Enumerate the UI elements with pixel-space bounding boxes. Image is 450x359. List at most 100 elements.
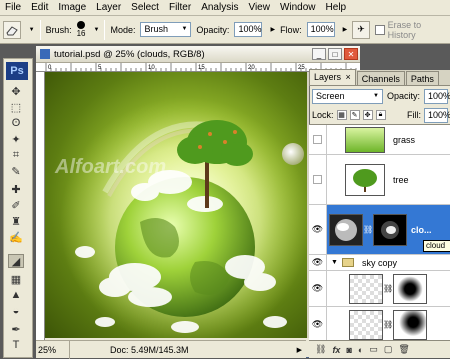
layer-mask-thumbnail[interactable]	[373, 213, 407, 246]
eye-icon[interactable]: 👁︎	[309, 271, 327, 306]
doc-size-info: Doc: 5.49M/145.3M	[110, 344, 189, 355]
tool-preset-arrow-icon[interactable]: ▼	[29, 27, 35, 33]
menu-filter[interactable]: Filter	[164, 0, 196, 16]
new-layer-icon[interactable]: ▢	[384, 344, 393, 355]
gradient-tool-icon[interactable]: ▦	[8, 272, 24, 286]
menu-help[interactable]: Help	[321, 0, 352, 16]
fill-value: 100%	[428, 109, 450, 120]
clone-stamp-icon[interactable]: ♜	[8, 214, 24, 228]
marquee-tool-icon[interactable]: ⬚	[8, 100, 24, 114]
zoom-level[interactable]: 25%	[36, 340, 70, 359]
minimize-icon[interactable]: _	[312, 48, 326, 60]
menu-window[interactable]: Window	[275, 0, 321, 16]
blend-row: Screen ▼ Opacity: 100%	[312, 88, 450, 104]
ruler-label: 0	[48, 65, 52, 71]
ruler-label: 5	[98, 65, 102, 71]
blend-mode-dropdown[interactable]: Screen ▼	[312, 88, 383, 104]
slice-tool-icon[interactable]: ✎	[8, 164, 24, 178]
lock-row: Lock: ▦ ✎ ✥ 🔒︎ Fill: 100%	[312, 107, 450, 123]
dodge-tool-icon[interactable]: ◒	[8, 304, 24, 318]
eraser-tool-icon[interactable]: ◢	[8, 254, 24, 268]
tab-channels[interactable]: Channels	[356, 71, 405, 85]
status-arrow-icon[interactable]: ▶	[297, 346, 306, 354]
menu-view[interactable]: View	[243, 0, 275, 16]
mask-link-icon[interactable]: ⛓	[383, 284, 393, 293]
fx-icon[interactable]: fx	[332, 345, 340, 355]
lock-label: Lock:	[312, 110, 334, 120]
brush-tool-icon[interactable]: ✐	[8, 198, 24, 212]
layer-tooltip: cloud	[423, 240, 450, 252]
visibility-toggle[interactable]	[309, 155, 327, 204]
mask-link-icon[interactable]: ⛓	[363, 225, 373, 234]
mask-link-icon[interactable]: ⛓	[383, 320, 393, 329]
visibility-toggle[interactable]	[309, 125, 327, 154]
crop-tool-icon[interactable]: ⌗	[8, 148, 24, 162]
menu-select[interactable]: Select	[126, 0, 164, 16]
layer-mask-thumbnail[interactable]	[393, 273, 427, 304]
layer-thumbnail-grass	[345, 126, 385, 153]
lasso-tool-icon[interactable]: ʘ	[8, 116, 24, 130]
pen-tool-icon[interactable]: ✒	[8, 322, 24, 336]
options-bar: ▼ Brush: 16 ▼ Mode: Brush ▼ Opacity: 100…	[0, 16, 450, 44]
layer-row-grass[interactable]: grass	[309, 125, 450, 155]
magic-wand-icon[interactable]: ✦	[8, 132, 24, 146]
chevron-down-icon: ▼	[181, 26, 188, 32]
link-layers-icon[interactable]: ⛓	[315, 344, 326, 355]
menu-image[interactable]: Image	[53, 0, 91, 16]
layer-group-sky-copy[interactable]: 👁︎ ▼ sky copy	[309, 255, 450, 271]
move-tool-icon[interactable]: ✥	[8, 84, 24, 98]
flow-slider-arrow-icon[interactable]: ▶	[343, 26, 348, 33]
blur-tool-icon[interactable]: ▲	[8, 288, 24, 302]
document-icon	[40, 49, 50, 59]
watermark-text: Alfoart.com	[55, 156, 167, 178]
airbrush-icon[interactable]: ✈	[352, 20, 370, 39]
menu-file[interactable]: File	[0, 0, 26, 16]
lock-pixels-icon[interactable]: ✎	[349, 110, 360, 120]
lock-position-icon[interactable]: ✥	[362, 110, 373, 120]
menu-edit[interactable]: Edit	[26, 0, 53, 16]
mode-label: Mode:	[110, 24, 136, 35]
document-title: tutorial.psd @ 25% (clouds, RGB/8)	[54, 48, 205, 60]
menu-bar: File Edit Image Layer Select Filter Anal…	[0, 0, 450, 16]
layer-row-sky-child-2[interactable]: 👁︎ ⛓	[309, 307, 450, 340]
new-group-icon[interactable]: ▭	[369, 344, 378, 355]
adjustment-layer-icon[interactable]: ◐	[358, 345, 363, 355]
menu-analysis[interactable]: Analysis	[196, 0, 243, 16]
opacity-slider-arrow-icon[interactable]: ▶	[270, 26, 275, 33]
visibility-box	[313, 175, 322, 184]
close-icon[interactable]: ✕	[344, 48, 358, 60]
layer-list[interactable]: grass tree 👁︎ ⛓ clo... 👁︎ ▼ sky copy 👁︎ …	[309, 124, 450, 340]
layer-row-tree[interactable]: tree	[309, 155, 450, 205]
eye-icon[interactable]: 👁︎	[309, 205, 327, 254]
tab-layers[interactable]: Layers ×	[309, 69, 356, 85]
brush-picker[interactable]: 16	[77, 21, 86, 38]
brush-picker-arrow-icon[interactable]: ▼	[94, 27, 100, 33]
add-mask-icon[interactable]: ◙	[346, 345, 351, 355]
erase-to-history-checkbox[interactable]: Erase to History	[374, 20, 450, 40]
history-brush-icon[interactable]: ✍	[8, 230, 24, 244]
mode-dropdown[interactable]: Brush ▼	[140, 22, 192, 37]
menu-layer[interactable]: Layer	[91, 0, 126, 16]
tab-paths[interactable]: Paths	[405, 71, 439, 85]
layer-mask-thumbnail[interactable]	[393, 309, 427, 340]
flow-field[interactable]: 100%	[306, 22, 335, 37]
opacity-field[interactable]: 100%	[234, 22, 263, 37]
eye-icon[interactable]: 👁︎	[309, 255, 327, 270]
healing-brush-icon[interactable]: ✚	[8, 182, 24, 196]
maximize-icon[interactable]: □	[328, 48, 342, 60]
layer-opacity-field[interactable]: 100%	[424, 88, 450, 104]
image-canvas[interactable]: Alfoart.com	[45, 72, 307, 338]
type-tool-icon[interactable]: T	[8, 338, 24, 352]
fill-field[interactable]: 100%	[424, 107, 450, 123]
trash-icon[interactable]: 🗑︎	[398, 344, 409, 355]
layer-row-sky-child-1[interactable]: 👁︎ ⛓	[309, 271, 450, 307]
lock-all-icon[interactable]: 🔒︎	[375, 110, 386, 120]
status-bar: 25% Doc: 5.49M/145.3M ▶	[36, 340, 306, 359]
lock-transparency-icon[interactable]: ▦	[336, 110, 347, 120]
document-title-bar[interactable]: tutorial.psd @ 25% (clouds, RGB/8) _ □ ✕	[36, 46, 360, 63]
eraser-tool-preset-icon[interactable]	[3, 20, 21, 39]
ruler-label: 20	[248, 65, 255, 71]
group-expand-icon[interactable]: ▼	[331, 259, 338, 266]
tab-close-icon[interactable]: ×	[346, 72, 351, 82]
eye-icon[interactable]: 👁︎	[309, 307, 327, 340]
